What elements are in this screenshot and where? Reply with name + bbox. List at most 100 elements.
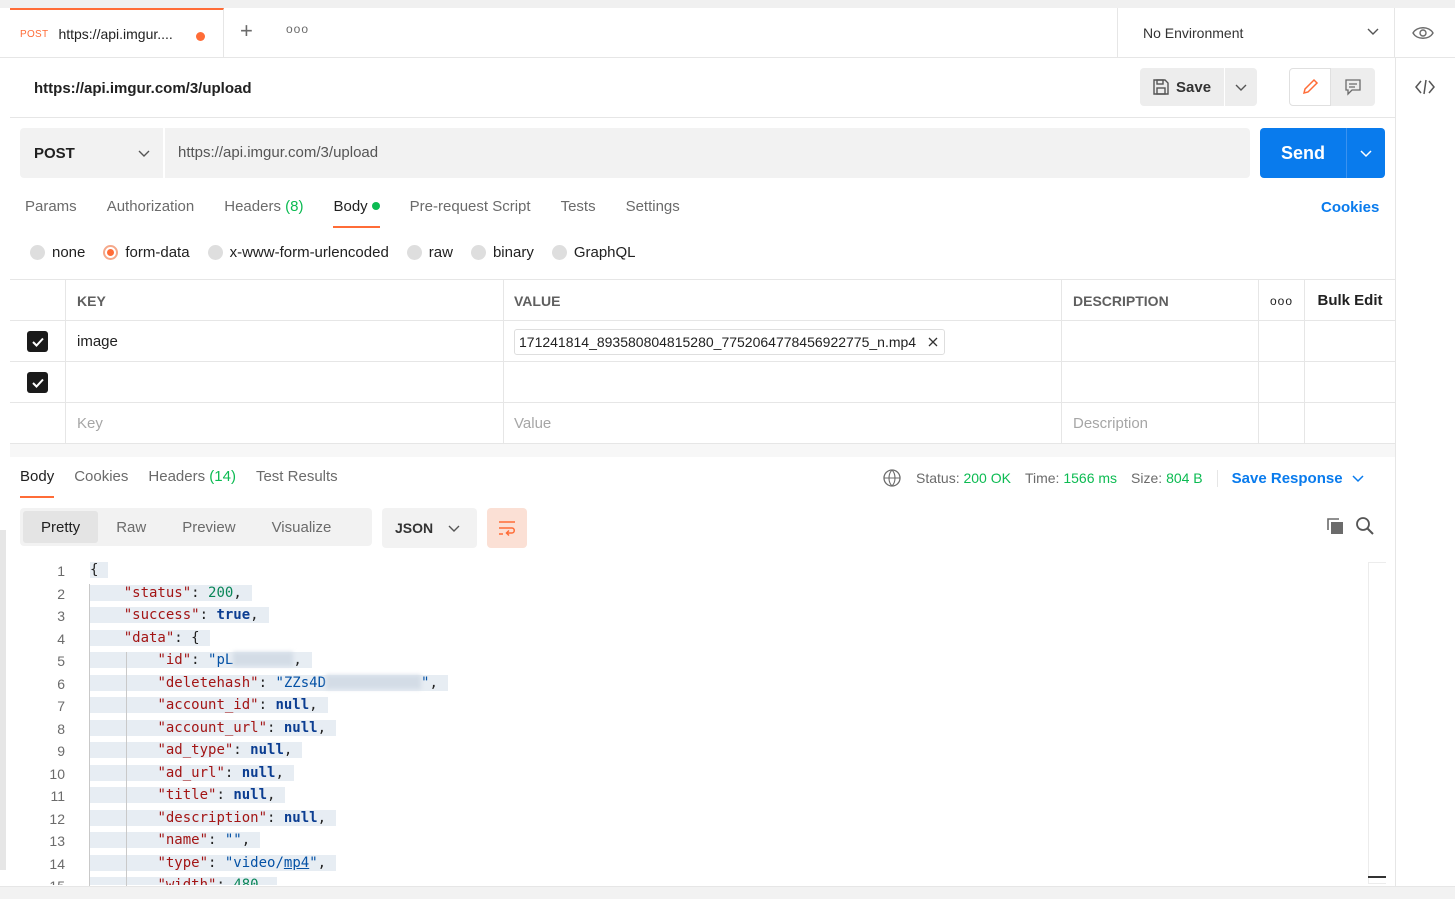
body-type-graphql[interactable]: GraphQL <box>551 244 636 261</box>
code-text: "success": true, <box>90 607 269 623</box>
copy-icon[interactable] <box>1325 516 1345 536</box>
line-number: 11 <box>50 788 65 804</box>
row-more-cell <box>1259 321 1305 362</box>
body-type-urlencoded[interactable]: x-www-form-urlencoded <box>207 244 389 261</box>
wrap-lines-icon <box>499 521 515 537</box>
row-empty-cell <box>1305 321 1395 362</box>
view-preview[interactable]: Preview <box>164 511 253 543</box>
environment-select[interactable]: No Environment <box>1117 8 1395 58</box>
body-type-label: GraphQL <box>573 244 636 261</box>
line-number: 2 <box>57 585 65 602</box>
save-response-button[interactable]: Save Response <box>1216 469 1365 487</box>
format-select[interactable]: JSON <box>382 508 477 548</box>
save-dropdown-button[interactable] <box>1225 68 1257 106</box>
eye-icon[interactable] <box>1412 26 1434 40</box>
tab-params[interactable]: Params <box>25 198 77 228</box>
code-line: 13 "name": "", <box>10 830 1395 853</box>
checkbox-checked-icon[interactable] <box>27 331 48 352</box>
tab-headers[interactable]: Headers (8) <box>224 198 303 228</box>
row-value-input[interactable] <box>504 362 1062 403</box>
resp-tab-body[interactable]: Body <box>20 468 55 498</box>
tab-settings[interactable]: Settings <box>626 198 680 228</box>
cookies-link[interactable]: Cookies <box>1321 199 1379 216</box>
body-type-binary[interactable]: binary <box>470 244 534 261</box>
row-key-input[interactable] <box>66 362 504 403</box>
code-text: "data": { <box>90 629 210 646</box>
wrap-lines-button[interactable] <box>487 508 527 548</box>
environment-label: No Environment <box>1143 25 1244 41</box>
body-type-form-data[interactable]: form-data <box>103 244 190 261</box>
response-tabs: Body Cookies Headers (14) Test Results <box>20 468 338 498</box>
request-tab[interactable]: POST https://api.imgur.... <box>10 8 224 58</box>
close-icon[interactable] <box>928 337 938 347</box>
save-button[interactable]: Save <box>1140 68 1224 106</box>
body-type-label: x-www-form-urlencoded <box>229 244 389 261</box>
view-raw[interactable]: Raw <box>98 511 164 543</box>
code-line: 12 "description": null, <box>10 808 1395 831</box>
send-dropdown-button[interactable] <box>1346 128 1385 178</box>
view-pretty[interactable]: Pretty <box>23 511 99 543</box>
row-description-input[interactable] <box>1062 362 1259 403</box>
tab-authorization[interactable]: Authorization <box>107 198 195 228</box>
line-number: 5 <box>57 653 65 669</box>
url-input[interactable]: https://api.imgur.com/3/upload <box>178 144 378 161</box>
body-type-none[interactable]: none <box>30 244 85 261</box>
row-description-input[interactable] <box>1062 321 1259 362</box>
tab-body[interactable]: Body <box>333 198 380 228</box>
editor-scrollbar[interactable] <box>1368 562 1386 884</box>
format-label: JSON <box>395 520 434 536</box>
resp-tab-test-results[interactable]: Test Results <box>256 468 338 498</box>
tab-title: https://api.imgur.... <box>58 26 173 42</box>
pane-divider[interactable] <box>10 444 1395 457</box>
tab-pre-request-script[interactable]: Pre-request Script <box>410 198 531 228</box>
view-visualize[interactable]: Visualize <box>254 511 350 543</box>
table-header-row: KEY VALUE DESCRIPTION ooo Bulk Edit <box>10 280 1395 321</box>
globe-icon[interactable] <box>882 468 902 488</box>
chevron-down-icon <box>138 150 150 157</box>
left-scroll-strip <box>0 530 6 870</box>
body-type-label: form-data <box>125 244 190 261</box>
code-line: 2 "status": 200, <box>10 583 1395 606</box>
resp-tab-headers[interactable]: Headers (14) <box>148 468 236 498</box>
request-header: https://api.imgur.com/3/upload Save <box>10 58 1395 118</box>
row-empty-cell <box>1305 403 1395 444</box>
line-number: 3 <box>57 608 65 624</box>
resp-headers-count: (14) <box>209 468 236 485</box>
body-type-raw[interactable]: raw <box>406 244 453 261</box>
row-key-input[interactable]: image <box>66 321 504 362</box>
radio-icon <box>551 245 567 260</box>
bulk-edit-button[interactable]: Bulk Edit <box>1305 280 1395 321</box>
more-tabs-icon[interactable]: ooo <box>286 22 309 36</box>
comments-button[interactable] <box>1331 68 1375 106</box>
resp-tab-cookies[interactable]: Cookies <box>74 468 128 498</box>
comment-icon <box>1345 79 1361 96</box>
file-name: 171241814_893580804815280_77520647784569… <box>519 333 917 350</box>
method-label: POST <box>34 144 75 162</box>
new-key-input[interactable]: Key <box>66 403 504 444</box>
response-body-editor[interactable]: 1{ 2 "status": 200, 3 "success": true, 4… <box>10 560 1395 885</box>
code-text: "ad_url": null, <box>90 764 294 781</box>
code-icon[interactable] <box>1414 78 1436 96</box>
code-line: 10 "ad_url": null, <box>10 763 1395 786</box>
scrollbar-thumb[interactable] <box>1368 876 1386 878</box>
indent-guide <box>89 584 90 886</box>
new-tab-plus-icon[interactable]: + <box>240 18 253 44</box>
header-check-cell <box>10 280 66 321</box>
new-description-input[interactable]: Description <box>1062 403 1259 444</box>
send-button[interactable]: Send <box>1260 128 1346 178</box>
checkbox-checked-icon[interactable] <box>27 372 48 393</box>
request-name[interactable]: https://api.imgur.com/3/upload <box>34 80 252 97</box>
search-icon[interactable] <box>1355 516 1375 536</box>
tab-headers-label: Headers <box>224 198 281 215</box>
edit-button[interactable] <box>1289 68 1331 106</box>
line-number: 15 <box>30 878 65 885</box>
new-value-input[interactable]: Value <box>504 403 1062 444</box>
line-number: 4 <box>57 630 65 647</box>
tab-body-label: Body <box>333 198 368 215</box>
tab-tests[interactable]: Tests <box>561 198 596 228</box>
row-value-cell[interactable]: 171241814_893580804815280_77520647784569… <box>504 321 1062 362</box>
radio-icon <box>470 245 486 260</box>
method-select[interactable]: POST <box>20 128 165 178</box>
table-more-icon[interactable]: ooo <box>1259 280 1305 321</box>
status-text: Status: 200 OK <box>916 470 1011 486</box>
